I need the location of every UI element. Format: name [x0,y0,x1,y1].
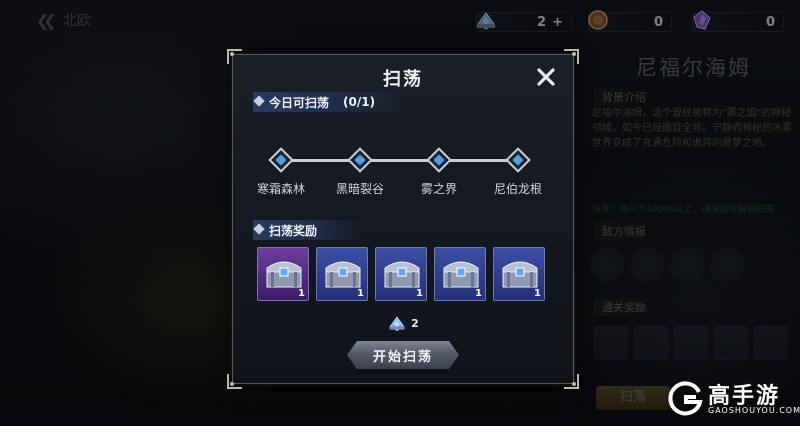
daily-sweep-count: (0/1) [343,95,376,109]
stage-node-icon [426,147,452,173]
sweep-dialog: 扫荡 今日可扫荡 (0/1) 寒霜森林 黑暗裂谷 雾之界 尼伯龙根 扫荡奖励 1… [227,49,579,389]
reward-qty: 1 [357,288,364,299]
blue-crystal-icon [389,316,405,331]
reward-qty: 1 [416,288,423,299]
stage-node-icon [505,147,531,173]
reward-qty: 1 [475,288,482,299]
watermark-logo: 高手游 GAOSHOUYOU.COM [662,376,800,422]
reward-chest-item[interactable]: 1 [493,247,545,301]
sweep-cost-value: 2 [411,316,419,330]
close-icon[interactable] [535,66,557,88]
treasure-chest-icon [443,261,479,288]
treasure-chest-icon [384,261,420,288]
reward-qty: 1 [298,288,305,299]
start-sweep-button[interactable]: 开始扫荡 [347,341,459,369]
stage-progress-line [281,159,521,162]
dialog-title: 扫荡 [383,69,423,90]
watermark-url: GAOSHOUYOU.COM [708,406,800,415]
reward-chest-item[interactable]: 1 [375,247,427,301]
reward-chest-item[interactable]: 1 [257,247,309,301]
treasure-chest-icon [325,261,361,288]
stage-node-icon [268,147,294,173]
stage-label: 尼伯龙根 [493,182,542,196]
stage-label: 寒霜森林 [256,182,305,196]
reward-chest-item[interactable]: 1 [434,247,486,301]
g-logo-icon [668,381,703,416]
stage-label: 雾之界 [420,182,457,196]
treasure-chest-icon [502,261,538,288]
corner-ornament-icon [564,49,579,64]
daily-sweep-header: 今日可扫荡 (0/1) [253,92,403,112]
stage-node-icon [347,147,373,173]
stage-label: 黑暗裂谷 [335,182,384,196]
corner-ornament-icon [564,374,579,389]
treasure-chest-icon [266,261,302,288]
corner-ornament-icon [227,49,242,64]
sweep-reward-label: 扫荡奖励 [269,223,318,238]
reward-list: 1 1 1 1 1 [257,247,545,301]
reward-qty: 1 [534,288,541,299]
sweep-cost: 2 [233,313,573,333]
reward-chest-item[interactable]: 1 [316,247,368,301]
sweep-reward-header: 扫荡奖励 [253,220,363,240]
corner-ornament-icon [227,374,242,389]
daily-sweep-label: 今日可扫荡 [269,95,330,110]
